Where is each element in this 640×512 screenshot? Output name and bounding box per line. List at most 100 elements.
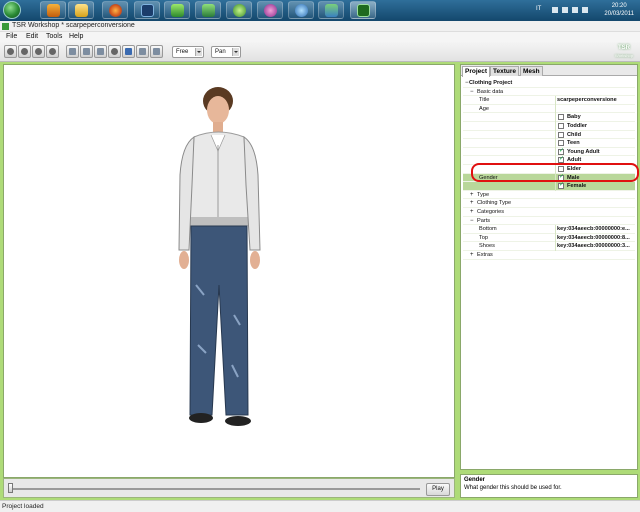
tree-categories[interactable]: + Categories: [463, 208, 635, 217]
title-value[interactable]: scarpeperconversione: [557, 96, 635, 105]
taskbar-sims-button-2[interactable]: [195, 1, 221, 19]
view-front-button[interactable]: [4, 45, 17, 58]
browser-icon: [295, 4, 308, 17]
taskbar-app-button[interactable]: [257, 1, 283, 19]
taskbar-messenger-button[interactable]: [318, 1, 344, 19]
window-titlebar[interactable]: TSR Workshop * scarpeperconversione: [0, 21, 640, 32]
properties-panel: Project Texture Mesh − Clothing Project −…: [460, 64, 639, 470]
gender-female-checkbox[interactable]: [558, 181, 564, 190]
age-option-teen[interactable]: Teen: [463, 139, 635, 148]
view-side-button[interactable]: [18, 45, 31, 58]
taskbar-photoshop-button[interactable]: [134, 1, 160, 19]
sims-icon: [233, 4, 246, 17]
start-button[interactable]: [3, 1, 21, 19]
tree-clothing-type[interactable]: + Clothing Type: [463, 199, 635, 208]
taskbar-sims-button-3[interactable]: [226, 1, 252, 19]
property-top-row[interactable]: Top key:034aeecb:00000000:8...: [463, 233, 635, 243]
gender-option-female[interactable]: Female: [463, 181, 635, 191]
tree-type[interactable]: + Type: [463, 191, 635, 200]
clock[interactable]: 20:20 20/03/2011: [604, 2, 634, 18]
tab-project[interactable]: Project: [462, 66, 491, 77]
collapse-icon[interactable]: −: [470, 88, 474, 97]
network-icon[interactable]: [572, 7, 578, 13]
taskbar-explorer-button[interactable]: [68, 1, 94, 19]
age-toddler-checkbox[interactable]: [558, 123, 564, 129]
property-bottom-row[interactable]: Bottom key:034aeecb:00000000:e...: [463, 225, 635, 234]
age-child-checkbox[interactable]: [558, 131, 564, 138]
property-shoes-row[interactable]: Shoes key:034aeecb:00000000:3...: [463, 242, 635, 251]
3d-viewport[interactable]: [3, 64, 455, 478]
camera-mode-value: Free: [176, 49, 189, 55]
age-option-child[interactable]: Child: [463, 130, 635, 140]
top-value[interactable]: key:034aeecb:00000000:8...: [557, 234, 635, 243]
volume-icon[interactable]: [582, 7, 588, 13]
tree-basic-data[interactable]: − Basic data: [463, 88, 635, 97]
expand-icon[interactable]: +: [470, 191, 474, 200]
timeline-thumb[interactable]: [8, 483, 13, 493]
mesh-button[interactable]: [80, 45, 93, 58]
wand-button[interactable]: [150, 45, 163, 58]
tree-extras[interactable]: + Extras: [463, 251, 635, 260]
bottom-label: Bottom: [479, 226, 497, 233]
menu-help[interactable]: Help: [69, 33, 83, 40]
tree-root-label: Clothing Project: [469, 80, 513, 86]
sphere-icon: [21, 48, 28, 55]
firefox-icon: [109, 4, 122, 17]
tsr-workshop-icon: [357, 4, 370, 17]
status-bar: Project loaded: [0, 500, 640, 512]
flag-icon[interactable]: [562, 7, 568, 13]
timeline-track[interactable]: [10, 488, 420, 490]
language-indicator[interactable]: IT: [536, 6, 541, 12]
play-button[interactable]: Play: [426, 483, 450, 496]
navigation-mode-value: Pan: [215, 49, 226, 55]
age-toddler-label: Toddler: [567, 123, 588, 129]
age-option-baby[interactable]: Baby: [463, 113, 635, 122]
taskbar-sims-button-1[interactable]: [164, 1, 190, 19]
age-teen-checkbox[interactable]: [558, 140, 564, 147]
property-age-row: Age: [463, 104, 635, 114]
tsr-logo-sub: Workshop: [615, 53, 633, 58]
age-young-adult-checkbox[interactable]: [558, 147, 564, 155]
snowflake-button[interactable]: [122, 45, 135, 58]
menu-file[interactable]: File: [6, 33, 17, 40]
clock-date: 20/03/2011: [604, 11, 634, 17]
taskbar-ie-button[interactable]: [288, 1, 314, 19]
zoom-button[interactable]: [94, 45, 107, 58]
navigation-mode-select[interactable]: Pan: [211, 46, 241, 58]
texture-button[interactable]: [66, 45, 79, 58]
expand-icon[interactable]: +: [470, 208, 474, 217]
gender-highlight-annotation: [471, 163, 639, 182]
expand-icon[interactable]: +: [470, 199, 474, 208]
tree-root[interactable]: − Clothing Project: [463, 79, 635, 88]
taskbar-tsr-workshop-button[interactable]: [350, 1, 376, 19]
messenger-icon: [325, 4, 338, 17]
view-top-button[interactable]: [46, 45, 59, 58]
light-button[interactable]: [108, 45, 121, 58]
age-option-young-adult[interactable]: Young Adult: [463, 147, 635, 157]
taskbar-firefox-button[interactable]: [102, 1, 128, 19]
collapse-icon[interactable]: −: [465, 79, 469, 88]
camera-mode-select[interactable]: Free: [172, 46, 204, 58]
wand-icon: [153, 48, 160, 55]
tree-parts[interactable]: − Parts: [463, 217, 635, 226]
age-option-toddler[interactable]: Toddler: [463, 122, 635, 131]
floor-button[interactable]: [136, 45, 149, 58]
age-child-label: Child: [567, 131, 581, 138]
tab-texture[interactable]: Texture: [490, 66, 519, 76]
collapse-icon[interactable]: −: [470, 217, 474, 226]
help-icon[interactable]: [552, 7, 558, 13]
expand-icon[interactable]: +: [470, 251, 474, 260]
shoes-value[interactable]: key:034aeecb:00000000:3...: [557, 242, 635, 251]
menu-tools[interactable]: Tools: [46, 33, 62, 40]
media-player-icon: [47, 4, 60, 17]
property-title-row[interactable]: Title scarpeperconversione: [463, 96, 635, 105]
age-baby-checkbox[interactable]: [558, 114, 564, 121]
chevron-down-icon: [195, 48, 202, 56]
taskbar-media-button[interactable]: [40, 1, 66, 19]
view-back-button[interactable]: [32, 45, 45, 58]
system-tray: IT 20:20 20/03/2011: [522, 0, 640, 21]
bottom-value[interactable]: key:034aeecb:00000000:e...: [557, 225, 635, 234]
tab-mesh[interactable]: Mesh: [520, 66, 543, 76]
menu-edit[interactable]: Edit: [26, 33, 38, 40]
age-young-adult-label: Young Adult: [567, 148, 600, 155]
